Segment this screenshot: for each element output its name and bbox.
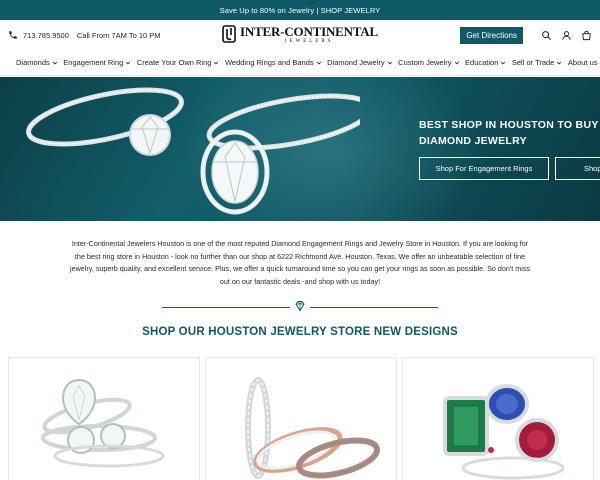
intro-paragraph: Inter-Continental Jewelers Houston is on… [70,239,531,286]
nav-label: Education [465,58,499,67]
shop-engagement-rings-button[interactable]: Shop For Engagement Rings [419,157,549,180]
hero-banner: BEST SHOP IN HOUSTON TO BUY DIAMOND JEWE… [0,77,600,221]
chevron-down-icon [214,61,219,64]
gemstone-rings-image [443,384,565,480]
nav-label: Engagement Ring [63,58,124,67]
announcement-text[interactable]: Save Up to 80% on Jewelry | SHOP JEWELRY [220,6,381,15]
store-hours: Call From 7AM To 10 PM [76,30,161,40]
site-logo[interactable]: INTER-CONTINENTAL JEWELERS [222,24,378,44]
hero-title-line1: BEST SHOP IN HOUSTON TO BUY [419,119,599,131]
product-card-gemstone-rings[interactable] [402,357,594,480]
diamond-icon [295,301,305,312]
nav-label: Wedding Rings and Bands [224,58,314,67]
chevron-down-icon [557,61,562,64]
hero-rings-image [26,87,360,215]
announcement-bar[interactable]: Save Up to 80% on Jewelry | SHOP JEWELRY [0,0,600,20]
product-card-halo-rings[interactable] [8,357,200,480]
nav-label: Custom Jewelry [398,58,452,67]
product-cards [8,357,594,480]
nav-item-engagement-ring[interactable]: Engagement Ring [63,58,131,67]
hero-title: BEST SHOP IN HOUSTON TO BUY DIAMOND JEWE… [419,117,599,149]
chevron-down-icon [126,61,131,64]
halo-rings-image [41,378,165,468]
section-divider [162,300,438,314]
phone-contact[interactable]: 713.785.9500 Call From 7AM To 10 PM [8,30,161,40]
main-navigation: Diamonds Engagement Ring Create Your Own… [0,50,600,76]
chevron-down-icon [501,61,506,64]
logo-subtitle: JEWELERS [284,38,334,44]
phone-icon [9,31,17,39]
chevron-down-icon [387,61,392,64]
bag-icon[interactable] [580,29,592,41]
nav-label: Diamond Jewelry [327,58,385,67]
nav-item-wedding-rings[interactable]: Wedding Rings and Bands [225,58,322,67]
logo-mark-icon [222,25,236,43]
chevron-down-icon [316,61,321,64]
chevron-down-icon [454,61,459,64]
nav-item-diamonds[interactable]: Diamonds [16,58,58,67]
hero-title-line2: DIAMOND JEWELRY [419,135,527,147]
nav-label: About us [567,58,598,67]
nav-item-about-us[interactable]: About us [568,58,598,67]
section-title: SHOP OUR HOUSTON JEWELRY STORE NEW DESIG… [142,326,458,338]
nav-item-custom-jewelry[interactable]: Custom Jewelry [398,58,459,67]
user-icon[interactable] [560,29,572,41]
shop-secondary-button[interactable]: Shop [555,157,600,180]
product-card-wedding-bands[interactable] [205,357,397,480]
nav-label: Diamonds [16,58,50,67]
nav-label: Sell or Trade [511,58,555,67]
chevron-down-icon [52,61,57,64]
get-directions-button[interactable]: Get Directions [460,26,523,44]
nav-item-sell-or-trade[interactable]: Sell or Trade [512,58,563,67]
phone-number[interactable]: 713.785.9500 [23,31,69,40]
nav-item-diamond-jewelry[interactable]: Diamond Jewelry [327,58,393,67]
logo-name: INTER-CONTINENTAL [240,23,378,39]
nav-item-create-your-own-ring[interactable]: Create Your Own Ring [137,58,220,67]
site-header: 713.785.9500 Call From 7AM To 10 PM INTE… [0,20,600,50]
nav-item-education[interactable]: Education [465,58,506,67]
search-icon[interactable] [540,29,552,41]
nav-label: Create Your Own Ring [136,58,212,67]
wedding-bands-image [245,377,380,479]
